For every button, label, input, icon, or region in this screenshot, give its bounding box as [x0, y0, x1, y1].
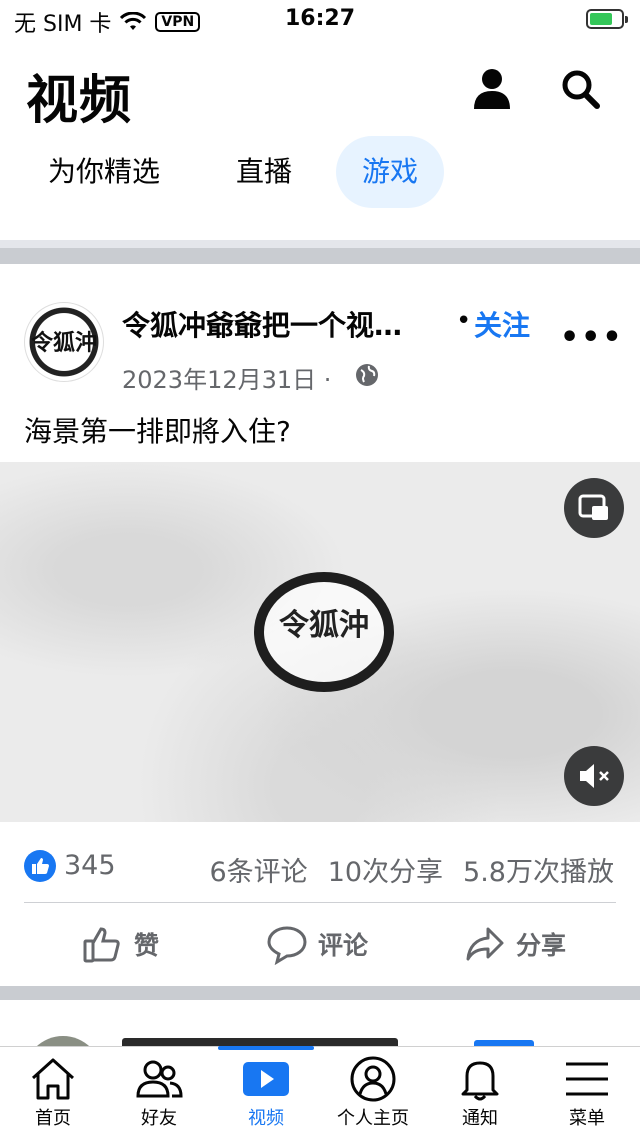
tab-gaming[interactable]: 游戏 — [336, 136, 445, 208]
tab-menu[interactable]: 菜单 — [534, 1050, 640, 1136]
person-icon[interactable] — [472, 68, 512, 110]
tab-live[interactable]: 直播 — [236, 136, 292, 208]
page-title: 视频 — [26, 71, 133, 131]
divider — [24, 902, 616, 903]
mute-button[interactable] — [564, 746, 624, 806]
share-count[interactable]: 10次分享 — [328, 850, 443, 889]
divider — [0, 986, 640, 1000]
tab-video[interactable]: 视频 — [213, 1050, 319, 1136]
tab-profile[interactable]: 个人主页 — [320, 1050, 426, 1136]
like-badge-icon — [24, 850, 56, 882]
status-time: 16:27 — [284, 6, 356, 31]
like-label: 赞 — [134, 931, 160, 960]
pip-icon — [578, 494, 608, 520]
divider — [0, 240, 640, 248]
post-stats: 6条评论 10次分享 5.8万次播放 — [210, 850, 615, 889]
battery-icon — [586, 9, 628, 29]
more-options-icon[interactable]: ••• — [560, 320, 624, 355]
bell-icon — [461, 1061, 499, 1101]
share-label: 分享 — [516, 931, 567, 960]
author-avatar[interactable]: 令狐沖 — [24, 302, 104, 382]
tab-notifications-label: 通知 — [462, 1108, 498, 1129]
share-button[interactable]: 分享 — [464, 920, 566, 968]
follow-button[interactable]: 关注 — [474, 304, 530, 344]
home-icon — [31, 1058, 75, 1100]
pip-button[interactable] — [564, 478, 624, 538]
comment-count[interactable]: 6条评论 — [210, 850, 308, 889]
friends-icon — [136, 1060, 183, 1098]
video-logo-text: 令狐沖 — [279, 608, 369, 643]
tab-video-label: 视频 — [248, 1108, 284, 1129]
profile-icon — [350, 1056, 396, 1102]
tab-friends-label: 好友 — [141, 1108, 177, 1129]
view-count: 5.8万次播放 — [463, 857, 614, 888]
post-date: 2023年12月31日 · — [122, 366, 332, 394]
tab-menu-label: 菜单 — [569, 1108, 605, 1129]
comment-label: 评论 — [318, 931, 369, 960]
divider — [0, 248, 640, 264]
follow-dot: • — [456, 306, 472, 336]
video-icon — [243, 1062, 289, 1096]
tab-profile-label: 个人主页 — [337, 1108, 409, 1129]
tab-friends[interactable]: 好友 — [106, 1050, 212, 1136]
comment-button[interactable]: 评论 — [266, 920, 368, 968]
tab-picks[interactable]: 为你精选 — [48, 136, 160, 208]
post-caption: 海景第一排即將入住? — [24, 415, 291, 448]
thumbs-up-icon — [83, 927, 120, 963]
author-name[interactable]: 令狐冲爺爺把一个视… — [122, 304, 402, 344]
like-count[interactable]: 345 — [64, 850, 116, 881]
search-icon[interactable] — [560, 68, 600, 110]
like-button[interactable]: 赞 — [82, 920, 159, 968]
tab-home[interactable]: 首页 — [0, 1050, 106, 1136]
comment-icon — [267, 926, 307, 965]
globe-icon — [356, 364, 378, 386]
tab-home-label: 首页 — [35, 1108, 71, 1129]
menu-icon — [566, 1062, 608, 1096]
muted-speaker-icon — [580, 764, 609, 788]
status-bar: 无 SIM 卡 VPN 16:27 — [0, 0, 640, 40]
tab-notifications[interactable]: 通知 — [427, 1050, 533, 1136]
avatar-logo-text: 令狐沖 — [30, 330, 97, 356]
share-arrow-icon — [466, 927, 504, 961]
